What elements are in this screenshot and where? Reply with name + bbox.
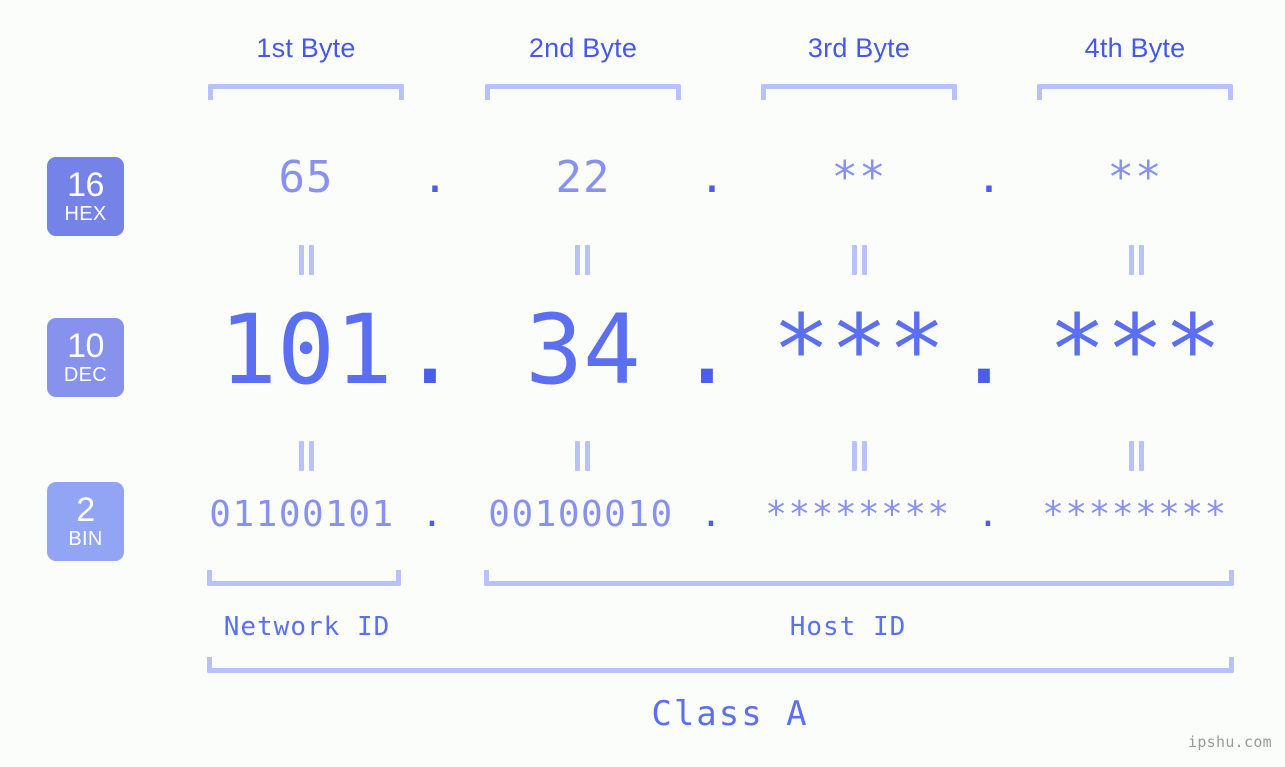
- base-badge-dec-number: 10: [67, 327, 104, 365]
- site-watermark: ipshu.com: [1188, 733, 1272, 751]
- byte-heading-2: 2nd Byte: [528, 33, 638, 63]
- equality-marker-dec-bin-2: [571, 441, 593, 471]
- hex-byte-4: **: [1107, 152, 1163, 203]
- dec-separator-3: .: [955, 294, 1013, 406]
- base-badge-hex: 16 HEX: [47, 157, 124, 236]
- byte-bracket-top-1: [208, 84, 404, 100]
- equality-marker-hex-dec-1: [295, 245, 317, 275]
- equality-marker-hex-dec-2: [571, 245, 593, 275]
- base-badge-hex-number: 16: [67, 166, 104, 204]
- bin-byte-4: ********: [1042, 494, 1228, 535]
- base-badge-bin-number: 2: [76, 491, 95, 529]
- dec-byte-4: ***: [1048, 294, 1222, 406]
- hex-separator-1: .: [421, 152, 449, 203]
- bin-separator-1: .: [421, 494, 443, 535]
- hex-byte-3: **: [831, 152, 887, 203]
- class-bracket: [207, 657, 1234, 673]
- equality-marker-dec-bin-3: [848, 441, 870, 471]
- dec-byte-2: 34: [525, 294, 641, 406]
- equality-marker-dec-bin-1: [295, 441, 317, 471]
- base-badge-dec-label: DEC: [63, 364, 108, 386]
- dec-separator-1: .: [401, 294, 459, 406]
- dec-byte-1: 101: [219, 294, 393, 406]
- network-id-label: Network ID: [223, 612, 391, 642]
- hex-byte-1: 65: [278, 152, 334, 203]
- byte-bracket-top-4: [1037, 84, 1233, 100]
- network-id-bracket: [207, 570, 401, 586]
- bin-byte-1: 01100101: [209, 494, 395, 535]
- dec-byte-3: ***: [772, 294, 946, 406]
- host-id-bracket: [484, 570, 1234, 586]
- bin-separator-3: .: [977, 494, 999, 535]
- byte-heading-4: 4th Byte: [1084, 33, 1186, 63]
- byte-heading-1: 1st Byte: [256, 33, 356, 63]
- base-badge-bin: 2 BIN: [47, 482, 124, 561]
- dec-separator-2: .: [678, 294, 736, 406]
- hex-byte-2: 22: [555, 152, 611, 203]
- byte-heading-3: 3rd Byte: [807, 33, 911, 63]
- host-id-label: Host ID: [789, 612, 907, 642]
- bin-separator-2: .: [700, 494, 722, 535]
- ip-breakdown-diagram: 1st Byte 2nd Byte 3rd Byte 4th Byte 16 H…: [0, 0, 1285, 767]
- base-badge-hex-label: HEX: [64, 203, 107, 225]
- bin-byte-2: 00100010: [488, 494, 674, 535]
- equality-marker-hex-dec-4: [1125, 245, 1147, 275]
- bin-byte-3: ********: [765, 494, 951, 535]
- class-label: Class A: [651, 694, 809, 734]
- byte-bracket-top-2: [485, 84, 681, 100]
- base-badge-dec: 10 DEC: [47, 318, 124, 397]
- equality-marker-hex-dec-3: [848, 245, 870, 275]
- byte-bracket-top-3: [761, 84, 957, 100]
- hex-separator-2: .: [698, 152, 726, 203]
- equality-marker-dec-bin-4: [1125, 441, 1147, 471]
- hex-separator-3: .: [975, 152, 1003, 203]
- base-badge-bin-label: BIN: [68, 528, 103, 550]
